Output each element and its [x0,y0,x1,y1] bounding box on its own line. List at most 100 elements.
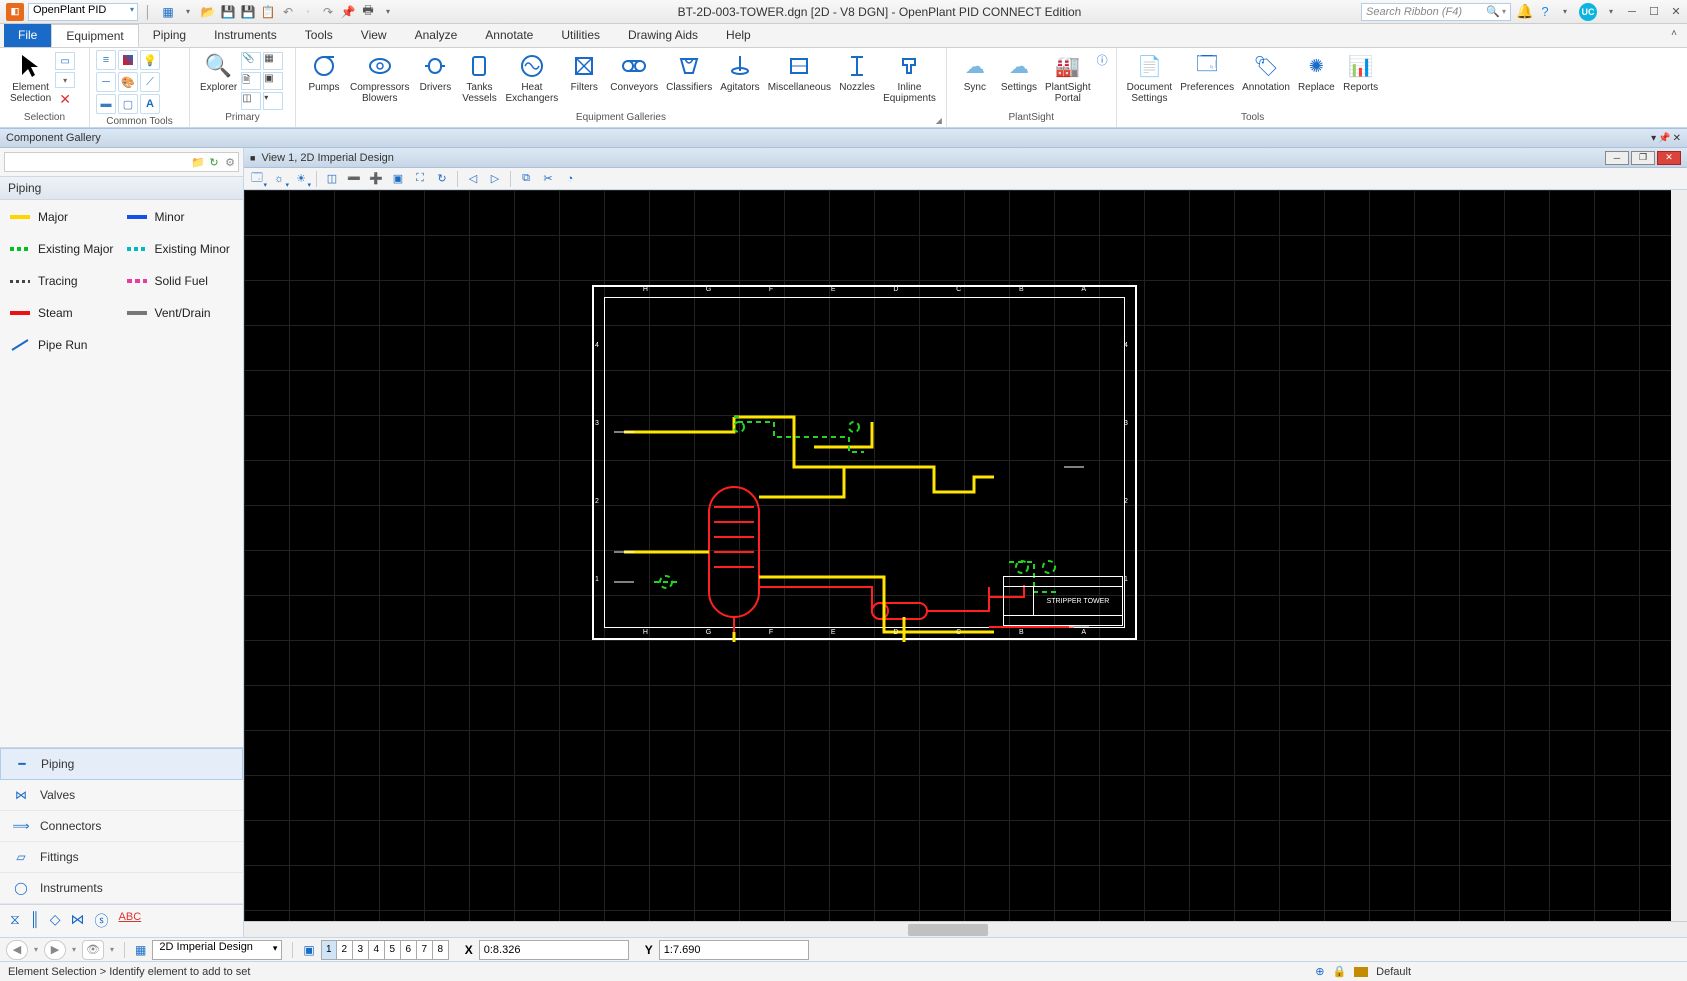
qa-redo-icon[interactable]: ↷ [320,4,336,20]
vt-zoom-out-icon[interactable]: ➖ [345,170,363,188]
item-major[interactable]: Major [10,210,117,224]
maximize-button[interactable]: ☐ [1643,3,1665,21]
vt-window-area-icon[interactable]: ▣ [389,170,407,188]
tool-parallel-icon[interactable]: ║ [30,911,40,931]
tool-break-icon[interactable]: ⧖ [10,911,20,931]
vt-next-view-icon[interactable]: ▷ [486,170,504,188]
ref-icon[interactable]: 🗎 [241,72,261,90]
conveyors-button[interactable]: Conveyors [606,50,662,95]
vt-zoom-in-icon[interactable]: ➕ [367,170,385,188]
view-btn-5[interactable]: 5 [385,940,401,960]
view-btn-3[interactable]: 3 [353,940,369,960]
view-btn-6[interactable]: 6 [401,940,417,960]
more-primary-icon[interactable]: ▾ [263,92,283,110]
tab-file[interactable]: File [4,24,51,47]
qa-dropdown-icon[interactable]: ▾ [180,4,196,20]
nav-connectors[interactable]: ⟹Connectors [0,811,243,842]
drivers-button[interactable]: Drivers [413,50,457,95]
drawing-canvas[interactable]: STRIPPER TOWER HGFEDCBA HGFEDCBA 4321 43… [244,190,1687,921]
vt-rotate-icon[interactable]: ↻ [433,170,451,188]
tab-analyze[interactable]: Analyze [401,24,472,47]
qa-save-as-icon[interactable]: 💾 [240,4,256,20]
tab-utilities[interactable]: Utilities [547,24,614,47]
qa-copy-icon[interactable]: 📋 [260,4,276,20]
tab-annotate[interactable]: Annotate [471,24,547,47]
user-dropdown-icon[interactable]: ▾ [1603,4,1619,20]
attr-linestyle-icon[interactable]: ─ [96,72,116,92]
view-maximize-button[interactable]: ❐ [1631,151,1655,165]
view-btn-7[interactable]: 7 [417,940,433,960]
vt-clip-icon[interactable]: ✂ [539,170,557,188]
compressors-button[interactable]: Compressors Blowers [346,50,413,106]
design-model-combo[interactable]: 2D Imperial Design [152,940,282,960]
y-coordinate-input[interactable] [659,940,809,960]
tab-view[interactable]: View [347,24,401,47]
document-settings-button[interactable]: 📄Document Settings [1123,50,1177,106]
classifiers-button[interactable]: Classifiers [662,50,716,95]
level-name[interactable]: Default [1376,966,1411,978]
cells-icon[interactable]: ◫ [241,92,261,110]
vt-fit-icon[interactable]: ⛶ [411,170,429,188]
gallery-filter-icon[interactable]: ⚙ [222,154,238,170]
tab-help[interactable]: Help [712,24,765,47]
view-btn-8[interactable]: 8 [433,940,449,960]
vt-sun-icon[interactable]: ☀▾ [292,170,310,188]
ps-portal-button[interactable]: 🏭PlantSight Portal [1041,50,1095,106]
gallery-search-input[interactable] [5,156,190,168]
gallery-browse-icon[interactable]: 📁 [190,154,206,170]
ribbon-collapse-icon[interactable]: ˄ [1661,24,1687,47]
vt-copy-view-icon[interactable]: ⧉ [517,170,535,188]
models-icon[interactable]: ▦ [263,52,283,70]
nav-fittings[interactable]: ▱Fittings [0,842,243,873]
close-button[interactable]: ✕ [1665,3,1687,21]
lock-icon[interactable]: 🔒 [1332,965,1346,978]
item-tracing[interactable]: Tracing [10,274,117,288]
tab-instruments[interactable]: Instruments [200,24,291,47]
explorer-button[interactable]: 🔍 Explorer [196,50,241,95]
tool-valve-icon[interactable]: ⋈ [71,911,85,931]
nav-instruments[interactable]: ◯Instruments [0,873,243,904]
heat-exchangers-button[interactable]: Heat Exchangers [501,50,562,106]
item-steam[interactable]: Steam [10,306,117,320]
raster-icon[interactable]: ▣ [263,72,283,90]
vt-prev-view-icon[interactable]: ◁ [464,170,482,188]
level-color-swatch[interactable] [1354,967,1368,977]
reports-button[interactable]: 📊Reports [1339,50,1383,95]
item-solid-fuel[interactable]: Solid Fuel [127,274,234,288]
attr-weight-icon[interactable]: ▬ [96,94,116,114]
ps-settings-button[interactable]: ☁Settings [997,50,1041,95]
filters-button[interactable]: Filters [562,50,606,95]
qa-more-icon[interactable]: ▾ [380,4,396,20]
item-existing-minor[interactable]: Existing Minor [127,242,234,256]
help-dropdown-icon[interactable]: ▾ [1557,4,1573,20]
panel-options-icon[interactable]: ▾ [1651,133,1656,144]
minimize-button[interactable]: ─ [1621,3,1643,21]
view-btn-4[interactable]: 4 [369,940,385,960]
tool-spec-icon[interactable]: ⓢ [95,911,109,931]
view-btn-1[interactable]: 1 [321,940,337,960]
annotation-button[interactable]: 🏷Annotation [1238,50,1294,95]
vt-brightness-icon[interactable]: ☼▾ [270,170,288,188]
tab-equipment[interactable]: Equipment [51,24,138,47]
attach-icon[interactable]: 📎 [241,52,261,70]
search-ribbon-input[interactable]: Search Ribbon (F4) 🔍 ▾ [1361,3,1511,21]
attr-fill-icon[interactable]: ▢ [118,94,138,114]
galleries-dialog-launcher-icon[interactable]: ◢ [936,116,942,125]
item-minor[interactable]: Minor [127,210,234,224]
replace-button[interactable]: ✺Replace [1294,50,1339,95]
item-existing-major[interactable]: Existing Major [10,242,117,256]
nav-back-button[interactable]: ◀ [6,940,28,960]
element-selection-button[interactable]: Element Selection [6,50,55,106]
agitators-button[interactable]: Agitators [716,50,763,95]
panel-close-icon[interactable]: ✕ [1673,133,1681,144]
attr-palette-icon[interactable]: 🎨 [118,72,138,92]
qa-save-icon[interactable]: 💾 [220,4,236,20]
nav-forward-button[interactable]: ▶ [44,940,66,960]
qa-open-icon[interactable]: 📂 [200,4,216,20]
delete-icon[interactable]: ✕ [55,90,75,108]
pumps-button[interactable]: Pumps [302,50,346,95]
search-dropdown-icon[interactable]: ▾ [1502,7,1506,16]
fence-dropdown-icon[interactable]: ▾ [55,72,75,88]
vt-display-style-icon[interactable]: 🗔▾ [248,170,266,188]
nav-piping[interactable]: ━Piping [0,748,243,780]
